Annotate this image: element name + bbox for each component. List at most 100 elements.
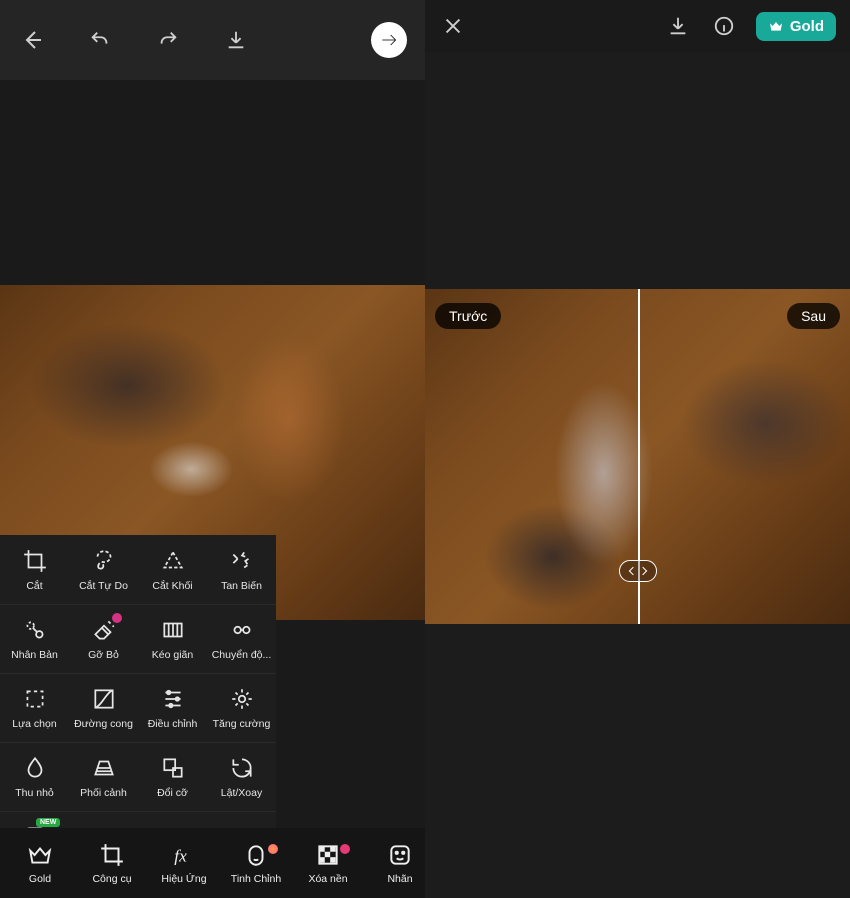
droplet-icon <box>22 755 48 781</box>
left-canvas: Cắt Cắt Tự Do Cắt Khối Tan Biến Nh <box>0 80 425 898</box>
left-editor-pane: Cắt Cắt Tự Do Cắt Khối Tan Biến Nh <box>0 0 425 898</box>
bottom-label: Gold <box>29 873 51 885</box>
sliders-icon <box>160 686 186 712</box>
info-icon <box>713 15 735 37</box>
bottom-gold[interactable]: Gold <box>6 842 74 885</box>
tool-selection[interactable]: Lựa chọn <box>0 673 69 742</box>
premium-badge-icon <box>112 613 122 623</box>
right-topbar: Gold <box>425 0 850 52</box>
bottom-label: Tinh Chỉnh <box>231 873 281 885</box>
badge-icon <box>340 844 350 854</box>
redo-button[interactable] <box>154 26 182 54</box>
tool-label: Phối cảnh <box>80 787 127 799</box>
topbar-right-group: Gold <box>664 12 836 41</box>
badge-icon <box>268 844 278 854</box>
download-button[interactable] <box>664 12 692 40</box>
tool-blur[interactable]: Thu nhỏ <box>0 742 69 811</box>
tool-crop[interactable]: Cắt <box>0 535 69 604</box>
tool-label: Thu nhỏ <box>15 787 54 799</box>
bottom-label: Hiệu Ứng <box>161 873 206 885</box>
bottom-label: Công cụ <box>92 873 131 885</box>
svg-text:fx: fx <box>174 846 187 865</box>
compare-image[interactable]: Trước Sau <box>425 289 850 624</box>
bottom-tools[interactable]: Công cụ <box>78 842 146 885</box>
download-icon <box>225 29 247 51</box>
tool-flip-rotate[interactable]: Lật/Xoay <box>207 742 276 811</box>
tool-label: Chuyển độ... <box>212 649 272 661</box>
tool-label: Cắt Tự Do <box>79 580 128 592</box>
lasso-icon <box>91 548 117 574</box>
tool-label: Tan Biến <box>221 580 262 592</box>
rotate-icon <box>229 755 255 781</box>
info-button[interactable] <box>710 12 738 40</box>
bottom-sticker[interactable]: Nhãn <box>366 842 434 885</box>
tool-dispersion[interactable]: Tan Biến <box>207 535 276 604</box>
tool-label: Lựa chọn <box>12 718 56 730</box>
bottom-effects[interactable]: fx Hiệu Ứng <box>150 842 218 885</box>
before-label: Trước <box>435 303 501 329</box>
tool-enhance[interactable]: Tăng cường <box>207 673 276 742</box>
arrow-right-icon <box>379 30 399 50</box>
tool-perspective[interactable]: Phối cảnh <box>69 742 138 811</box>
tool-label: Gỡ Bỏ <box>88 649 119 661</box>
download-icon <box>667 15 689 37</box>
crop-icon <box>99 842 125 868</box>
tool-resize[interactable]: Đổi cỡ <box>138 742 207 811</box>
tool-remove[interactable]: Gỡ Bỏ <box>69 604 138 673</box>
checker-icon <box>315 842 341 868</box>
undo-button[interactable] <box>86 26 114 54</box>
tool-adjust[interactable]: Điều chỉnh <box>138 673 207 742</box>
new-badge: NEW <box>36 818 60 827</box>
crown-icon <box>27 842 53 868</box>
tool-stretch[interactable]: Kéo giãn <box>138 604 207 673</box>
left-topbar <box>0 0 425 80</box>
bottom-bar: Gold Công cụ fx Hiệu Ứng Tinh Chỉnh Xóa … <box>0 828 425 898</box>
tool-label: Điều chỉnh <box>148 718 198 730</box>
bottom-label: Xóa nền <box>308 873 347 885</box>
tool-label: Lật/Xoay <box>221 787 262 799</box>
bottom-label: Nhãn <box>387 873 412 885</box>
after-label: Sau <box>787 303 840 329</box>
tool-clone[interactable]: Nhân Bản <box>0 604 69 673</box>
close-button[interactable] <box>439 12 467 40</box>
right-preview-pane: Gold Trước Sau <box>425 0 850 898</box>
download-button[interactable] <box>222 26 250 54</box>
comparison-slider-handle[interactable] <box>619 560 657 582</box>
stretch-icon <box>160 617 186 643</box>
gold-button[interactable]: Gold <box>756 12 836 41</box>
close-icon <box>442 15 464 37</box>
fx-icon: fx <box>171 842 197 868</box>
tool-label: Đổi cỡ <box>157 787 188 799</box>
tool-label: Kéo giãn <box>152 649 193 661</box>
nav-group <box>18 26 250 54</box>
face-icon <box>243 842 269 868</box>
undo-icon <box>89 29 111 51</box>
tool-label: Đường cong <box>74 718 133 730</box>
crown-icon <box>768 18 784 34</box>
selection-icon <box>22 686 48 712</box>
tool-motion[interactable]: Chuyển độ... <box>207 604 276 673</box>
tool-free-crop[interactable]: Cắt Tự Do <box>69 535 138 604</box>
enhance-icon <box>229 686 255 712</box>
tool-curves[interactable]: Đường cong <box>69 673 138 742</box>
motion-icon <box>229 617 255 643</box>
tool-shape-crop[interactable]: Cắt Khối <box>138 535 207 604</box>
clone-icon <box>22 617 48 643</box>
tool-label: Cắt Khối <box>152 580 192 592</box>
resize-icon <box>160 755 186 781</box>
curves-icon <box>91 686 117 712</box>
perspective-icon <box>91 755 117 781</box>
dispersion-icon <box>229 548 255 574</box>
right-canvas: Trước Sau <box>425 52 850 898</box>
sticker-icon <box>387 842 413 868</box>
forward-button[interactable] <box>371 22 407 58</box>
arrow-left-icon <box>20 28 44 52</box>
crop-icon <box>22 548 48 574</box>
bottom-retouch[interactable]: Tinh Chỉnh <box>222 842 290 885</box>
tool-label: Tăng cường <box>213 718 271 730</box>
redo-icon <box>157 29 179 51</box>
back-button[interactable] <box>18 26 46 54</box>
gold-label: Gold <box>790 18 824 35</box>
bottom-remove-bg[interactable]: Xóa nền <box>294 842 362 885</box>
triangle-icon <box>160 548 186 574</box>
